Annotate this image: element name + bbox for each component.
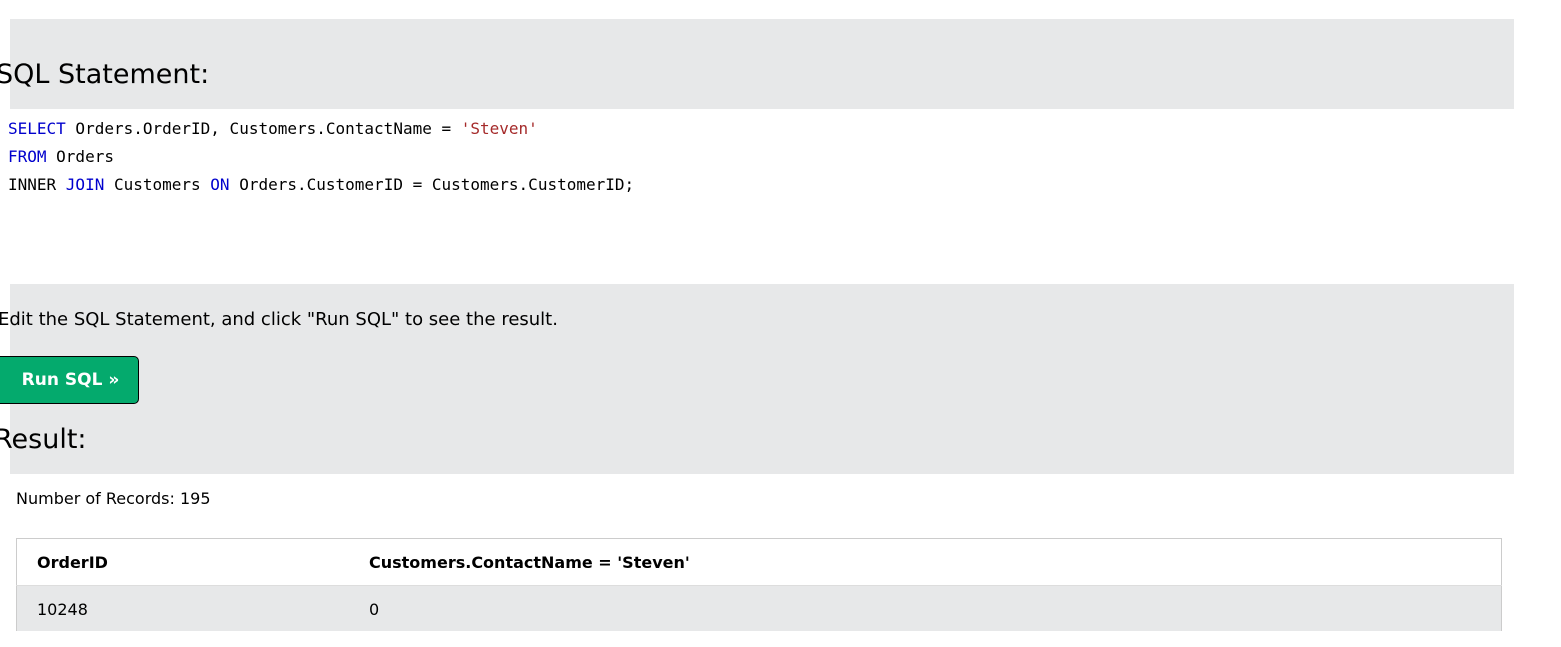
result-heading: Result: — [0, 424, 87, 455]
sql-identifier: INNER — [8, 175, 66, 194]
instruction-text: Edit the SQL Statement, and click "Run S… — [0, 309, 558, 330]
sql-code-line: SELECT Orders.OrderID, Customers.Contact… — [8, 115, 1508, 143]
sql-keyword: FROM — [8, 147, 47, 166]
sql-string-literal: 'Steven' — [460, 119, 538, 138]
sql-statement-heading: SQL Statement: — [0, 59, 210, 90]
sql-heading-band — [10, 19, 1514, 109]
sql-code-line: FROM Orders — [8, 143, 1508, 171]
table-cell: 0 — [349, 585, 1502, 633]
sql-keyword: JOIN — [65, 175, 105, 194]
sql-keyword: SELECT — [8, 119, 66, 138]
sql-identifier: Orders — [46, 147, 114, 166]
sql-code-editor[interactable]: SELECT Orders.OrderID, Customers.Contact… — [8, 115, 1508, 199]
table-header-row: OrderID Customers.ContactName = 'Steven' — [16, 538, 1502, 586]
table-cell: 10248 — [16, 585, 349, 633]
viewport-bottom-edge — [0, 631, 1561, 647]
sql-keyword: ON — [210, 175, 230, 194]
sql-identifier: Orders.OrderID, Customers.ContactName = — [65, 119, 461, 138]
sql-identifier: Orders.CustomerID = Customers.CustomerID… — [229, 175, 635, 194]
column-header-orderid: OrderID — [16, 538, 349, 586]
sql-tryit-page: SQL Statement: SELECT Orders.OrderID, Cu… — [0, 0, 1561, 647]
result-table-body: 10248 0 — [16, 585, 1502, 633]
run-sql-button[interactable]: Run SQL » — [0, 356, 139, 404]
table-row: 10248 0 — [16, 585, 1502, 633]
column-header-contactname: Customers.ContactName = 'Steven' — [349, 538, 1502, 586]
sql-identifier: Customers — [104, 175, 211, 194]
record-count: Number of Records: 195 — [16, 489, 211, 508]
sql-code-line: INNER JOIN Customers ON Orders.CustomerI… — [8, 171, 1508, 199]
result-table: OrderID Customers.ContactName = 'Steven'… — [16, 538, 1502, 633]
